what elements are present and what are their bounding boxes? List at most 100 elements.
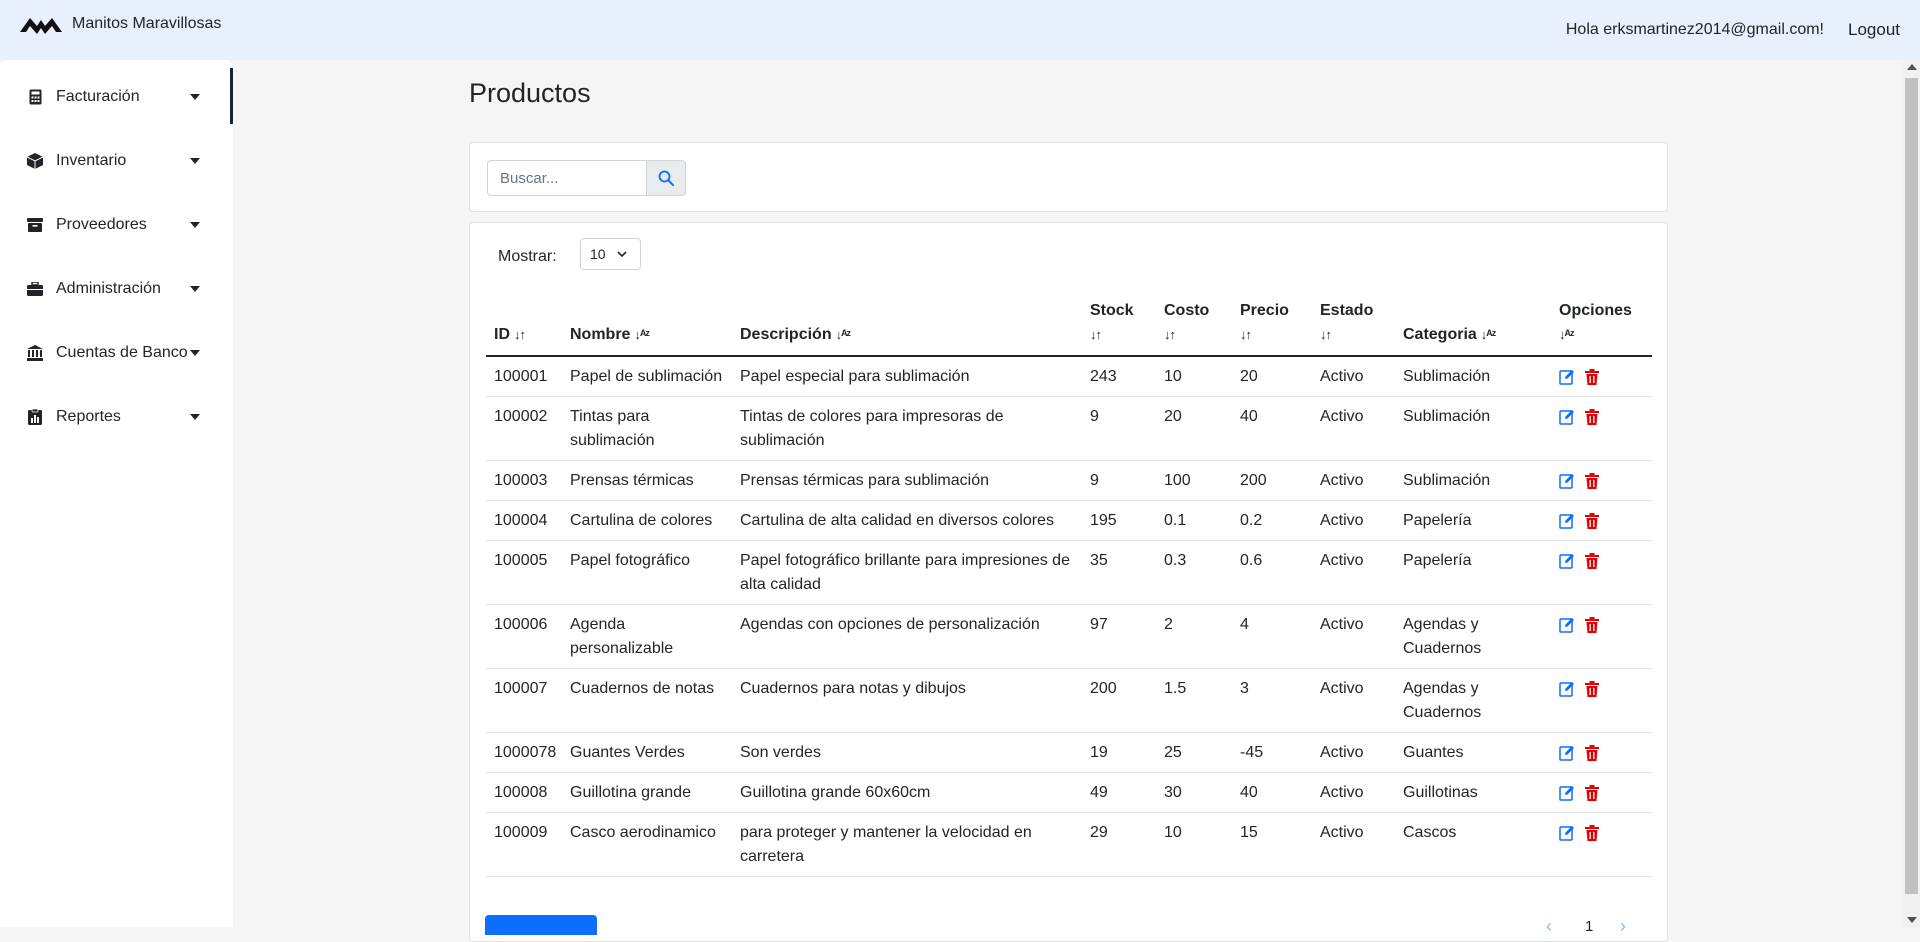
cell-opciones [1551,540,1652,605]
cell-descripcion: Son verdes [732,732,1082,773]
cell-costo: 2 [1156,604,1232,669]
search-button[interactable] [646,160,686,196]
table-row: 100003 Prensas térmicas Prensas térmicas p… [486,460,1652,501]
trash-icon[interactable] [1585,680,1601,697]
brand[interactable]: Manitos Maravillosas [20,14,221,34]
sidebar-item-reportes[interactable]: Reportes [0,395,230,439]
report-icon [26,408,44,426]
add-product-button[interactable] [485,915,597,935]
cell-costo: 1.5 [1156,668,1232,733]
scroll-down-arrow-icon[interactable] [1907,917,1917,923]
cell-categoria: Agendas y Cuadernos [1395,668,1551,733]
trash-icon[interactable] [1585,512,1601,529]
cell-id: 100006 [486,604,562,669]
cell-descripcion: para proteger y mantener la velocidad en… [732,812,1082,877]
sort-icon[interactable]: ↓ᴬᶻ [634,327,649,342]
trash-icon[interactable] [1585,824,1601,841]
sort-icon[interactable]: ↓ᴬᶻ [1559,327,1574,342]
sort-icon[interactable]: ↓ᴬᶻ [836,327,851,342]
cell-categoria: Sublimación [1395,396,1551,461]
cell-costo: 10 [1156,812,1232,877]
trash-icon[interactable] [1585,744,1601,761]
edit-icon[interactable] [1559,513,1575,529]
edit-icon[interactable] [1559,825,1575,841]
cell-opciones [1551,396,1652,461]
sidebar-item-inventario[interactable]: Inventario [0,139,230,183]
cell-precio: 40 [1232,396,1312,461]
edit-icon[interactable] [1559,553,1575,569]
cell-estado: Activo [1312,356,1395,397]
sort-icon[interactable]: ↓↑ [1240,327,1252,342]
cell-precio: 4 [1232,604,1312,669]
column-header-descripcion[interactable]: Descripción ↓ᴬᶻ [732,293,1082,357]
logout-link[interactable]: Logout [1848,20,1900,40]
edit-icon[interactable] [1559,473,1575,489]
cell-estado: Activo [1312,540,1395,605]
cell-descripcion: Guillotina grande 60x60cm [732,772,1082,813]
column-header-categoria[interactable]: Categoria ↓ᴬᶻ [1395,293,1551,357]
edit-icon[interactable] [1559,617,1575,633]
cell-stock: 35 [1082,540,1156,605]
column-label: Opciones [1559,302,1632,319]
cell-stock: 49 [1082,772,1156,813]
cell-precio: 20 [1232,356,1312,397]
table-header-row: ID ↓↑ Nombre ↓ᴬᶻ Descripción ↓ᴬᶻ Stock ↓↑ Co… [486,293,1652,357]
column-label: Categoria [1403,326,1477,343]
caret-down-icon [190,286,200,292]
trash-icon[interactable] [1585,784,1601,801]
cell-estado: Activo [1312,604,1395,669]
cell-costo: 100 [1156,460,1232,501]
vertical-scrollbar[interactable] [1903,60,1920,927]
trash-icon[interactable] [1585,616,1601,633]
cell-opciones [1551,604,1652,669]
cell-id: 100003 [486,460,562,501]
scroll-up-arrow-icon[interactable] [1907,64,1917,70]
column-header-stock[interactable]: Stock ↓↑ [1082,293,1156,357]
trash-icon[interactable] [1585,552,1601,569]
edit-icon[interactable] [1559,369,1575,385]
sort-icon[interactable]: ↓↑ [1090,327,1102,342]
sidebar-item-facturacion[interactable]: Facturación [0,75,230,119]
trash-icon[interactable] [1585,408,1601,425]
sidebar-item-label: Facturación [56,88,140,105]
page-size-select[interactable]: 10 [580,238,641,270]
sort-icon[interactable]: ↓↑ [1164,327,1176,342]
column-header-id[interactable]: ID ↓↑ [486,293,562,357]
cell-nombre: Papel de sublimación [562,356,732,397]
column-header-nombre[interactable]: Nombre ↓ᴬᶻ [562,293,732,357]
sidebar-item-label: Inventario [56,152,127,169]
sidebar-item-cuentas-de-banco[interactable]: Cuentas de Banco [0,331,230,375]
sort-icon[interactable]: ↓↑ [1320,327,1332,342]
table-row: 100009 Casco aerodinamico para proteger y … [486,812,1652,877]
trash-icon[interactable] [1585,368,1601,385]
column-header-opciones[interactable]: Opciones ↓ᴬᶻ [1551,293,1652,357]
edit-icon[interactable] [1559,785,1575,801]
search-icon [658,170,674,186]
cell-id: 100005 [486,540,562,605]
table-row: 100001 Papel de sublimación Papel especial… [486,356,1652,397]
trash-icon[interactable] [1585,472,1601,489]
column-header-precio[interactable]: Precio ↓↑ [1232,293,1312,357]
cell-precio: 15 [1232,812,1312,877]
edit-icon[interactable] [1559,681,1575,697]
cell-precio: 200 [1232,460,1312,501]
cell-stock: 19 [1082,732,1156,773]
page-size-value: 10 [590,246,606,262]
caret-down-icon [190,94,200,100]
column-label: ID [494,326,510,343]
sidebar-item-proveedores[interactable]: Proveedores [0,203,230,247]
edit-icon[interactable] [1559,745,1575,761]
sidebar-item-administracion[interactable]: Administración [0,267,230,311]
column-header-costo[interactable]: Costo ↓↑ [1156,293,1232,357]
edit-icon[interactable] [1559,409,1575,425]
sort-icon[interactable]: ↓ᴬᶻ [1481,327,1496,342]
column-header-estado[interactable]: Estado ↓↑ [1312,293,1395,357]
column-label: Descripción [740,326,832,343]
cell-descripcion: Tintas de colores para impresoras de sub… [732,396,1082,461]
cell-descripcion: Prensas térmicas para sublimación [732,460,1082,501]
table-row: 100004 Cartulina de colores Cartulina de a… [486,500,1652,541]
table-row: 100007 Cuadernos de notas Cuadernos para n… [486,668,1652,733]
sort-icon[interactable]: ↓↑ [514,327,526,342]
scroll-thumb[interactable] [1905,78,1918,894]
search-input[interactable] [487,160,646,196]
